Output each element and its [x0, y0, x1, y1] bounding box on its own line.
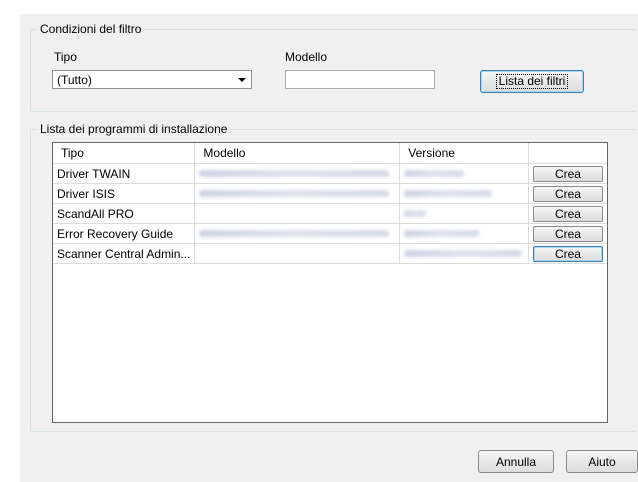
row-version-cell [399, 203, 529, 224]
column-header-version[interactable]: Versione [399, 143, 529, 164]
type-label: Tipo [54, 50, 77, 64]
table-row[interactable]: Scanner Central Admin... Crea [53, 243, 607, 264]
row-type-cell: Error Recovery Guide [53, 223, 196, 244]
row-version-cell [399, 243, 529, 264]
filter-list-button-label: Lista dei filtri [495, 74, 569, 89]
row-type-cell: Driver TWAIN [53, 163, 196, 184]
row-type-cell: Driver ISIS [53, 183, 196, 204]
row-action-cell: Crea [528, 243, 607, 264]
table-row[interactable]: ScandAll PRO Crea [53, 203, 607, 224]
row-action-cell: Crea [528, 223, 607, 244]
row-action-cell: Crea [528, 163, 607, 184]
redacted-version [404, 230, 480, 237]
cancel-button[interactable]: Annulla [478, 450, 554, 473]
filter-conditions-legend: Condizioni del filtro [40, 22, 142, 36]
type-select-value: (Tutto) [57, 73, 92, 87]
row-model-cell [194, 243, 401, 264]
create-button[interactable]: Crea [532, 225, 603, 242]
model-input[interactable] [285, 70, 435, 89]
row-action-cell: Crea [528, 183, 607, 204]
table-header-row: Tipo Modello Versione [53, 143, 607, 164]
table-row[interactable]: Driver TWAIN Crea [53, 163, 607, 184]
column-header-action [528, 143, 607, 164]
create-button[interactable]: Crea [532, 165, 603, 182]
redacted-version [404, 190, 493, 197]
filter-conditions-group: Condizioni del filtro [30, 22, 637, 112]
type-select[interactable]: (Tutto) [52, 70, 252, 89]
redacted-version [404, 170, 465, 177]
model-label: Modello [285, 50, 328, 64]
chevron-down-icon [238, 78, 246, 82]
create-button[interactable]: Crea [532, 205, 603, 222]
redacted-version [404, 210, 427, 217]
row-model-cell [194, 203, 401, 224]
redacted-model [199, 170, 390, 177]
create-button[interactable]: Crea [532, 185, 603, 202]
help-button[interactable]: Aiuto [566, 450, 638, 473]
installers-list-legend: Lista dei programmi di installazione [40, 122, 228, 136]
column-header-model[interactable]: Modello [194, 143, 401, 164]
row-version-cell [399, 183, 529, 204]
create-button[interactable]: Crea [532, 245, 603, 262]
row-type-cell: Scanner Central Admin... [53, 243, 196, 264]
redacted-model [199, 190, 390, 197]
filter-list-button[interactable]: Lista dei filtri [480, 70, 584, 93]
table-row[interactable]: Driver ISIS Crea [53, 183, 607, 204]
row-version-cell [399, 223, 529, 244]
row-type-cell: ScandAll PRO [53, 203, 196, 224]
row-model-cell [194, 223, 401, 244]
table-row[interactable]: Error Recovery Guide Crea [53, 223, 607, 244]
column-header-type[interactable]: Tipo [53, 143, 196, 164]
row-action-cell: Crea [528, 203, 607, 224]
redacted-version [404, 250, 523, 257]
installers-table: Tipo Modello Versione Driver TWAIN Crea … [52, 142, 608, 423]
row-model-cell [194, 183, 401, 204]
row-version-cell [399, 163, 529, 184]
row-model-cell [194, 163, 401, 184]
redacted-model [199, 230, 390, 237]
